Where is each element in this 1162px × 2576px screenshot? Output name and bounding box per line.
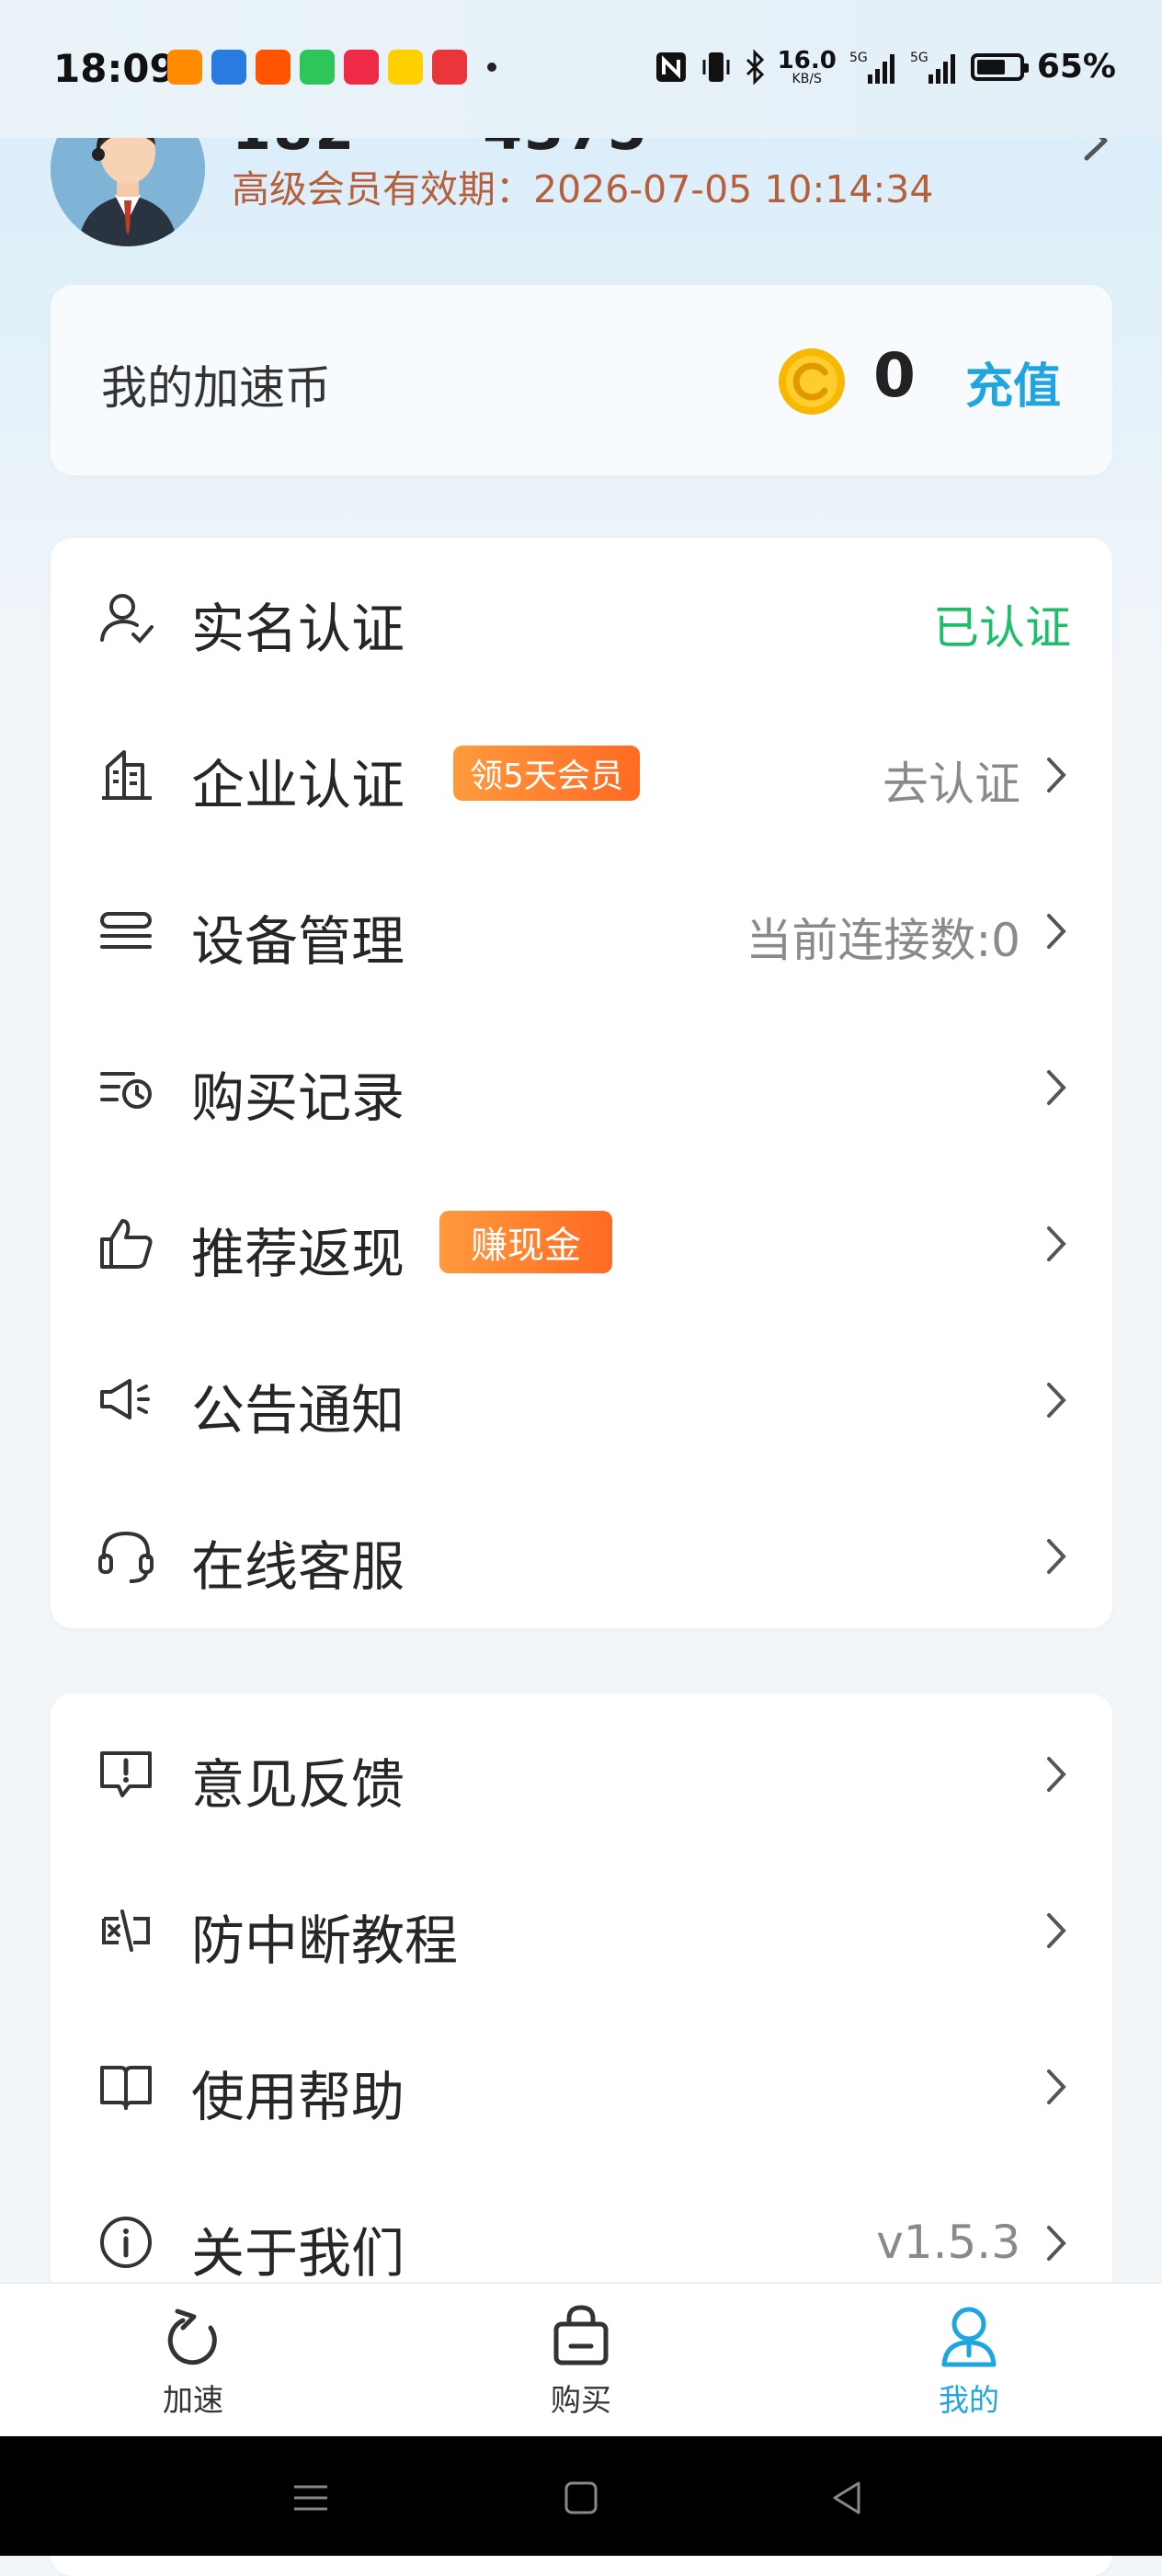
coin-title: 我的加速币 — [101, 361, 331, 415]
menu-label: 实名认证 — [191, 598, 405, 660]
chevron-right-icon — [1047, 1539, 1066, 1574]
chevron-right-icon — [1047, 914, 1066, 949]
app-version: v1.5.3 — [876, 2216, 1020, 2269]
status-indicators: 16.0 KB/S 5G 5G 65% — [655, 48, 1116, 85]
recent-apps-icon[interactable] — [290, 2478, 331, 2518]
tab-label: 购买 — [551, 2382, 611, 2418]
system-nav-bar — [0, 2436, 1162, 2556]
battery-level: 65% — [1036, 48, 1116, 85]
tab-label: 加速 — [163, 2382, 223, 2418]
menu-item-real-name[interactable]: 实名认证 已认证 — [51, 538, 1112, 694]
bluetooth-icon — [746, 48, 764, 85]
menu-label: 购买记录 — [191, 1066, 405, 1129]
network-speed: 16.0 KB/S — [778, 49, 837, 85]
nfc-icon — [655, 51, 686, 82]
status-verified: 已认证 — [933, 601, 1071, 655]
menu-label: 设备管理 — [191, 910, 405, 973]
status-time: 18:09 — [53, 46, 177, 91]
notification-icons — [167, 50, 496, 85]
coin-amount: 0 — [873, 340, 916, 411]
accelerate-icon — [167, 2308, 217, 2365]
app-icon-taobao — [256, 50, 290, 85]
menu-label: 意见反馈 — [191, 1753, 405, 1816]
tab-purchase[interactable]: 购买 — [461, 2284, 701, 2438]
menu-value: 去认证 — [883, 758, 1020, 811]
chevron-right-icon — [1047, 758, 1066, 792]
signal-5g-icon: 5G — [849, 51, 894, 84]
menu-label: 推荐返现 — [191, 1223, 405, 1285]
profile-icon — [941, 2307, 997, 2367]
menu-item-feedback[interactable]: 意见反馈 — [51, 1693, 1112, 1850]
app-icon-orange — [167, 50, 202, 85]
coin-card: 我的加速币 0 充值 — [51, 285, 1112, 475]
menu-label: 防中断教程 — [191, 1909, 459, 1972]
battery-icon — [970, 52, 1029, 81]
chevron-right-icon — [1047, 2226, 1066, 2261]
back-icon[interactable] — [827, 2478, 868, 2518]
menu-item-enterprise[interactable]: 企业认证 领5天会员 去认证 — [51, 694, 1112, 850]
menu-label: 使用帮助 — [191, 2066, 405, 2128]
shopping-bag-icon — [553, 2305, 609, 2365]
vibrate-icon — [702, 51, 730, 82]
menu-item-customer-service[interactable]: 在线客服 — [51, 1476, 1112, 1632]
recharge-button[interactable]: 充值 — [965, 348, 1061, 416]
thumbs-up-icon — [100, 1219, 153, 1269]
more-notifications-dot — [487, 63, 496, 72]
membership-expiry: 高级会员有效期：2026-07-05 10:14:34 — [232, 167, 934, 211]
menu-item-help[interactable]: 使用帮助 — [51, 2006, 1112, 2162]
chevron-right-icon — [1047, 2069, 1066, 2104]
signal-5g-icon-2: 5G — [910, 51, 955, 84]
chevron-right-icon — [1047, 1757, 1066, 1792]
promo-badge: 领5天会员 — [453, 746, 640, 801]
tab-label: 我的 — [939, 2382, 999, 2418]
menu-item-purchase-history[interactable]: 购买记录 — [51, 1007, 1112, 1163]
headset-icon — [98, 1531, 154, 1583]
menu-label: 公告通知 — [191, 1379, 405, 1442]
bottom-tab-bar: 加速 购买 我的 — [0, 2282, 1162, 2438]
home-icon[interactable] — [561, 2478, 601, 2518]
app-icon-heart — [344, 50, 379, 85]
menu-item-devices[interactable]: 设备管理 当前连接数:0 — [51, 850, 1112, 1007]
menu-item-anti-disconnect[interactable]: 防中断教程 — [51, 1850, 1112, 2006]
chevron-right-icon — [1047, 1383, 1066, 1418]
purchase-history-icon — [100, 1072, 152, 1109]
menu-label: 在线客服 — [191, 1535, 405, 1598]
menu-value: 当前连接数:0 — [746, 914, 1020, 967]
earn-cash-badge: 赚现金 — [439, 1211, 612, 1273]
app-icon-bird — [211, 50, 246, 85]
megaphone-icon — [100, 1379, 150, 1419]
menu-label: 关于我们 — [191, 2222, 405, 2285]
menu-label: 企业认证 — [191, 754, 405, 816]
status-bar: 18:09 16.0 KB/S 5G 5G 65% — [0, 0, 1162, 138]
coin-icon — [779, 348, 845, 415]
user-check-icon — [100, 594, 154, 644]
chevron-right-icon — [1047, 1070, 1066, 1105]
feedback-icon — [100, 1751, 152, 1797]
anti-disconnect-icon — [102, 1909, 150, 1952]
network-speed-value: 16.0 — [777, 46, 837, 74]
svg-text:5G: 5G — [910, 51, 928, 65]
app-icon-video — [432, 50, 467, 85]
tab-accelerate[interactable]: 加速 — [74, 2284, 313, 2438]
chevron-right-icon — [1047, 1913, 1066, 1948]
book-icon — [100, 2066, 152, 2110]
tab-profile[interactable]: 我的 — [849, 2284, 1088, 2438]
menu-item-announcements[interactable]: 公告通知 — [51, 1319, 1112, 1476]
building-icon — [102, 750, 152, 800]
device-icon — [100, 912, 152, 949]
menu-item-referral[interactable]: 推荐返现 赚现金 — [51, 1163, 1112, 1319]
svg-text:5G: 5G — [849, 51, 868, 65]
info-icon — [100, 2217, 152, 2268]
chevron-right-icon — [1047, 1226, 1066, 1261]
app-icon-messages — [300, 50, 335, 85]
network-speed-unit: KB/S — [792, 71, 822, 86]
account-menu: 实名认证 已认证 企业认证 领5天会员 去认证 设备管理 当前连接数:0 购买记… — [51, 538, 1112, 1628]
app-icon-meituan — [388, 50, 423, 85]
